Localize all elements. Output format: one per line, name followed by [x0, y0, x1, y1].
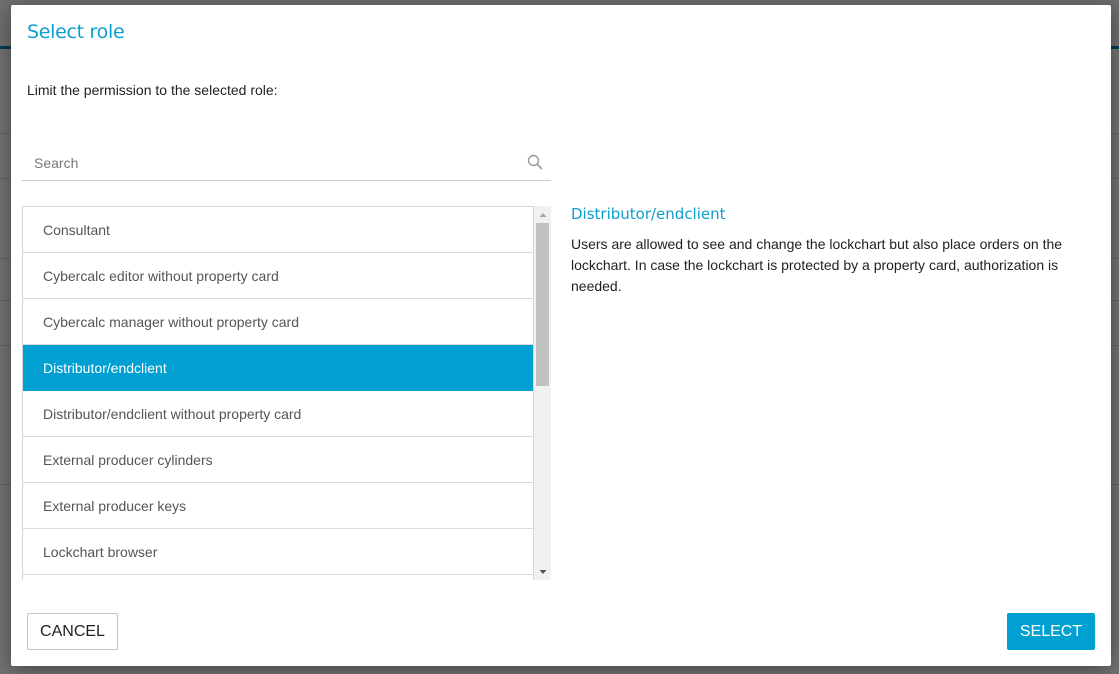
dialog-instruction: Limit the permission to the selected rol… [27, 82, 278, 98]
list-item[interactable]: Lockchart browser [23, 529, 533, 575]
select-button[interactable]: SELECT [1007, 613, 1095, 650]
scroll-down-button[interactable] [534, 563, 551, 580]
scroll-up-button[interactable] [534, 206, 551, 223]
list-item[interactable]: Distributor/endclient [23, 345, 533, 391]
role-list: Consultant Cybercalc editor without prop… [22, 206, 534, 580]
search-box [22, 147, 551, 181]
list-item[interactable]: Cybercalc manager without property card [23, 299, 533, 345]
search-input[interactable] [22, 147, 524, 179]
list-item[interactable]: Cybercalc editor without property card [23, 253, 533, 299]
search-icon[interactable] [527, 154, 543, 170]
role-detail-title: Distributor/endclient [571, 205, 726, 223]
list-item[interactable]: Consultant [23, 207, 533, 253]
triangle-down-icon [539, 569, 546, 574]
cancel-button[interactable]: CANCEL [27, 613, 118, 650]
role-list-container: Consultant Cybercalc editor without prop… [22, 206, 551, 580]
list-scrollbar[interactable] [534, 206, 551, 580]
list-item[interactable] [23, 575, 533, 580]
select-role-dialog: Select role Limit the permission to the … [11, 5, 1111, 666]
role-detail-description: Users are allowed to see and change the … [571, 236, 1063, 294]
scroll-thumb[interactable] [536, 223, 549, 386]
list-item[interactable]: Distributor/endclient without property c… [23, 391, 533, 437]
dialog-title: Select role [27, 21, 125, 43]
triangle-up-icon [539, 212, 546, 217]
list-item[interactable]: External producer cylinders [23, 437, 533, 483]
list-item[interactable]: External producer keys [23, 483, 533, 529]
